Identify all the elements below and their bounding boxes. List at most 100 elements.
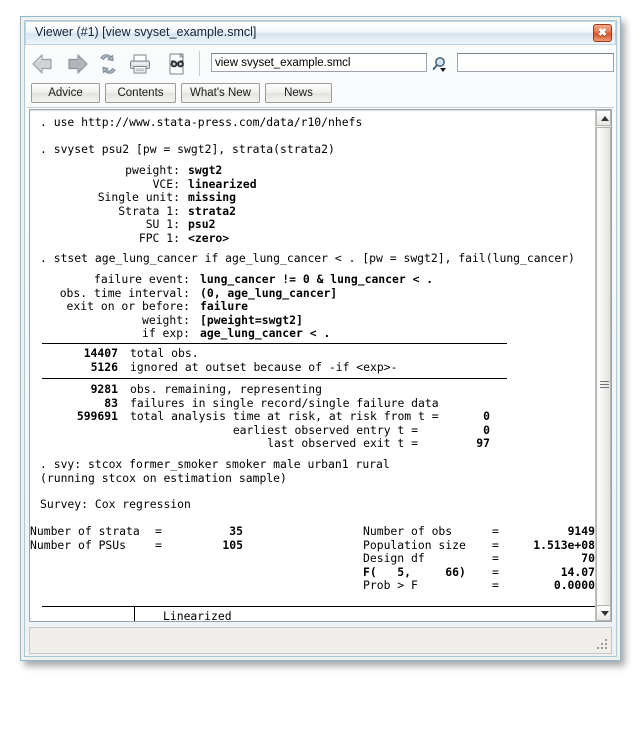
whats-new-button[interactable]: What's New xyxy=(181,83,260,103)
forward-icon[interactable] xyxy=(61,49,91,79)
obs-value: 0 xyxy=(430,409,490,424)
news-button[interactable]: News xyxy=(265,83,332,103)
scroll-down-button[interactable] xyxy=(596,605,611,621)
table-super-header: Linearized xyxy=(163,609,232,622)
scrollbar-grip xyxy=(600,381,609,389)
obs-count: 599691 xyxy=(30,409,118,424)
svyset-value: <zero> xyxy=(188,230,593,246)
stat-value: 70 xyxy=(500,551,595,566)
svyset-value-text: <zero> xyxy=(188,230,230,245)
svyset-command: . svyset psu2 [pw = swgt2], strata(strat… xyxy=(40,142,335,156)
status-bar xyxy=(29,627,612,654)
stset-label: exit on or before: xyxy=(66,299,190,313)
svyset-label: VCE: xyxy=(152,176,180,191)
close-button[interactable]: ✖ xyxy=(593,24,612,42)
obs-value-text: 0 xyxy=(483,422,490,437)
print-icon[interactable] xyxy=(125,49,155,79)
refresh-icon[interactable] xyxy=(93,49,123,79)
title-bar[interactable]: Viewer (#1) [view svyset_example.smcl] ✖ xyxy=(25,21,616,45)
obs-count: 14407 xyxy=(30,346,118,361)
stset-value-text: failure xyxy=(200,299,249,313)
stat-value: 1.513e+08 xyxy=(500,538,595,553)
stset-value: failure xyxy=(200,299,593,314)
chevron-down-icon xyxy=(600,611,609,616)
nav-button-row: Advice Contents What's New News xyxy=(27,81,614,108)
find-icon[interactable] xyxy=(161,49,191,79)
stset-value-text: (0, age_lung_cancer] xyxy=(200,285,338,300)
stat-value-text: 14.07 xyxy=(560,564,595,579)
stat-value: 35 xyxy=(175,524,243,539)
toolbar: view svyset_example.smcl xyxy=(27,47,614,82)
stat-label: Number of strata xyxy=(30,524,140,538)
stset-value: [pweight=swgt2] xyxy=(200,313,593,328)
svyset-label: pweight: xyxy=(125,163,180,177)
obs-count-text: 14407 xyxy=(83,346,118,360)
stat-value-text: 35 xyxy=(229,524,243,538)
stset-label: failure event: xyxy=(93,272,190,286)
svyset-value: missing xyxy=(188,190,593,205)
stat-value: 105 xyxy=(175,537,243,553)
svyset-value: swgt2 xyxy=(188,163,593,178)
resize-grip[interactable] xyxy=(597,639,609,651)
svy-command: . svy: stcox former_smoker smoker male u… xyxy=(40,457,390,471)
scroll-up-button[interactable] xyxy=(596,110,611,126)
contents-button[interactable]: Contents xyxy=(105,83,176,103)
stat-label: Design df xyxy=(363,551,425,565)
magnifier-dropdown-icon[interactable] xyxy=(431,49,453,79)
stat-value-text: 105 xyxy=(222,537,243,552)
obs-count: 83 xyxy=(30,396,118,411)
obs-rule-mid xyxy=(42,378,507,379)
obs-count-text: 599691 xyxy=(76,409,118,423)
obs-text: failures in single record/single failure… xyxy=(130,395,439,410)
scrollbar-thumb[interactable] xyxy=(596,127,611,621)
stat-value-text: 0.0000 xyxy=(553,578,595,592)
stset-value: age_lung_cancer < . xyxy=(200,326,593,341)
stat-value-text: 9149 xyxy=(567,524,595,538)
svyset-label: Strata 1: xyxy=(118,203,180,218)
obs-count: 9281 xyxy=(30,382,118,397)
table-column-divider xyxy=(134,606,135,621)
stset-value: (0, age_lung_cancer] xyxy=(200,285,593,301)
stat-label: F( 5, 66) xyxy=(363,565,488,580)
address-input[interactable]: view svyset_example.smcl xyxy=(211,53,427,72)
obs-text: total obs. xyxy=(130,346,199,360)
svyset-value-text: linearized xyxy=(188,176,257,191)
stset-label: weight: xyxy=(141,312,190,327)
stat-value: 0.0000 xyxy=(500,578,595,593)
back-icon[interactable] xyxy=(29,49,59,79)
stat-value: 9149 xyxy=(500,524,595,539)
window-title: Viewer (#1) [view svyset_example.smcl] xyxy=(35,25,257,39)
svyset-value-text: swgt2 xyxy=(188,163,223,177)
stat-label: Prob > F xyxy=(363,578,418,592)
svyset-value-text: missing xyxy=(188,190,237,204)
stset-value-text: lung_cancer != 0 & lung_cancer < . xyxy=(200,272,434,286)
svyset-value: strata2 xyxy=(188,204,593,219)
svy-running: (running stcox on estimation sample) xyxy=(40,470,287,485)
toolbar-separator xyxy=(199,51,200,76)
svyset-value-text: psu2 xyxy=(188,217,216,231)
obs-value-text: 0 xyxy=(483,409,490,423)
stat-value-text: 70 xyxy=(581,551,595,565)
stat-label: Population size xyxy=(363,537,466,552)
stset-label: obs. time interval: xyxy=(59,285,190,300)
advice-button[interactable]: Advice xyxy=(31,83,100,103)
stat-label: Number of PSUs xyxy=(30,537,127,552)
svyset-label: Single unit: xyxy=(97,190,180,204)
obs-count-text: 9281 xyxy=(90,382,118,396)
obs-text: total analysis time at risk, at risk fro… xyxy=(130,409,439,423)
search-input[interactable] xyxy=(457,53,614,72)
viewer-window: Viewer (#1) [view svyset_example.smcl] ✖ xyxy=(20,16,621,661)
stat-value: 14.07 xyxy=(500,564,595,580)
stat-label: Number of obs xyxy=(363,524,453,538)
svyset-value: psu2 xyxy=(188,217,593,232)
obs-text: ignored at outset because of -if <exp>- xyxy=(130,359,398,374)
vertical-scrollbar[interactable] xyxy=(595,110,611,621)
table-rule-top xyxy=(42,606,595,607)
obs-count: 5126 xyxy=(30,360,118,375)
obs-value-text: 97 xyxy=(476,436,490,450)
obs-text: obs. remaining, representing xyxy=(130,382,323,396)
svyset-value: linearized xyxy=(188,176,593,192)
obs-rule-top xyxy=(42,343,507,344)
use-command: . use http://www.stata-press.com/data/r1… xyxy=(40,115,363,129)
viewer-content-pane: . use http://www.stata-press.com/data/r1… xyxy=(29,109,612,622)
